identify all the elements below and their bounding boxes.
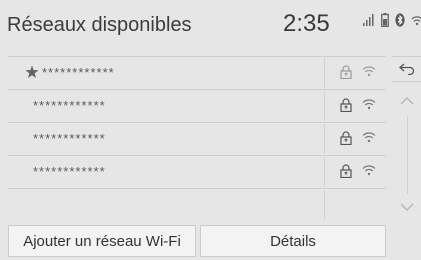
lock-icon: [340, 65, 352, 79]
network-row[interactable]: ************: [8, 122, 386, 155]
network-name: ************: [33, 131, 106, 146]
battery-icon: [381, 13, 389, 27]
network-row[interactable]: ************: [8, 89, 386, 122]
chevron-down-icon[interactable]: [399, 202, 415, 212]
row-divider: [324, 91, 325, 121]
row-divider: [324, 58, 325, 88]
back-button[interactable]: [392, 56, 421, 82]
scrollbar-track[interactable]: [407, 116, 408, 194]
clock: 2:35: [283, 10, 330, 37]
add-wifi-network-button[interactable]: Ajouter un réseau Wi-Fi: [8, 225, 196, 257]
lock-icon: [340, 98, 352, 112]
side-controls: [392, 56, 421, 226]
empty-row: [8, 188, 386, 220]
network-name: ************: [42, 65, 115, 80]
wifi-icon: [411, 14, 421, 26]
network-name: ************: [33, 98, 106, 113]
status-bar: [363, 13, 421, 27]
star-icon: [25, 65, 39, 78]
row-divider: [324, 157, 325, 187]
page-title: Réseaux disponibles: [7, 14, 192, 36]
network-name: ************: [33, 164, 106, 179]
lock-icon: [340, 131, 352, 145]
wifi-icon: [362, 99, 376, 110]
header: Réseaux disponibles 2:35: [0, 0, 421, 46]
wifi-icon: [362, 66, 376, 77]
row-divider: [324, 190, 325, 220]
bluetooth-icon: [395, 13, 405, 27]
wifi-icon: [362, 165, 376, 176]
network-row[interactable]: ************: [8, 56, 386, 89]
chevron-up-icon[interactable]: [399, 96, 415, 106]
wifi-icon: [362, 132, 376, 143]
wifi-networks-screen: Réseaux disponibles 2:35 ************ **…: [0, 0, 421, 260]
back-icon: [399, 63, 415, 75]
lock-icon: [340, 164, 352, 178]
details-button[interactable]: Détails: [200, 225, 386, 257]
row-divider: [324, 124, 325, 154]
network-row[interactable]: ************: [8, 155, 386, 188]
signal-bars-icon: [363, 14, 375, 26]
